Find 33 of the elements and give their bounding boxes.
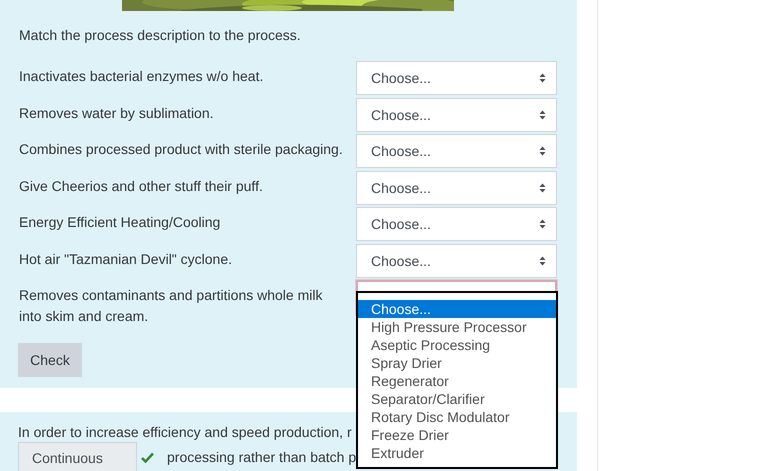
question-text: In order to increase efficiency and speed production, r [18,424,352,440]
up-down-caret-icon [539,182,546,192]
process-description: Combines processed product with sterile packaging. [18,140,344,159]
dropdown-select[interactable]: Choose... [356,170,557,204]
dropdown-option[interactable]: High Pressure Processor [358,318,556,336]
process-description: Inactivates bacterial enzymes w/o heat. [18,67,264,86]
check-button[interactable]: Check [18,343,82,377]
dropdown-option[interactable]: Rotary Disc Modulator [358,408,556,426]
process-description: Energy Efficient Heating/Cooling [18,213,222,232]
dropdown-select[interactable]: Choose... [356,61,557,95]
question-text: processing rather than batch p [167,449,356,465]
dropdown-select[interactable]: Choose... [356,207,557,241]
up-down-caret-icon [539,219,546,229]
dropdown-select[interactable]: Choose... [356,98,557,132]
dropdown-option[interactable]: Aseptic Processing [358,336,556,354]
dropdown-select[interactable]: Choose... [356,134,557,168]
process-description: Give Cheerios and other stuff their puff. [18,176,264,196]
dropdown-option[interactable]: Regenerator [358,372,556,390]
dropdown-option[interactable]: Freeze Drier [358,426,556,444]
up-down-caret-icon [539,110,546,120]
up-down-caret-icon [539,146,546,156]
dropdown-option[interactable]: Spray Drier [358,354,556,372]
up-down-caret-icon [539,256,546,266]
dropdown-option[interactable]: Extruder [358,444,556,462]
dropdown-option[interactable]: Separator/Clarifier [358,390,556,408]
dropdown-select[interactable]: Choose... [356,244,557,278]
up-down-caret-icon [539,73,546,83]
question-prompt: Match the process description to the process. [19,27,302,45]
dropdown-option[interactable]: Choose... [358,300,556,318]
process-description: Hot air "Tazmanian Devil" cyclone. [18,250,234,269]
answer-field[interactable]: Continuous [18,442,137,471]
process-description: Removes water by sublimation. [18,104,215,123]
process-description: Removes contaminants and partitions whole milk into skim and cream. [18,286,324,326]
